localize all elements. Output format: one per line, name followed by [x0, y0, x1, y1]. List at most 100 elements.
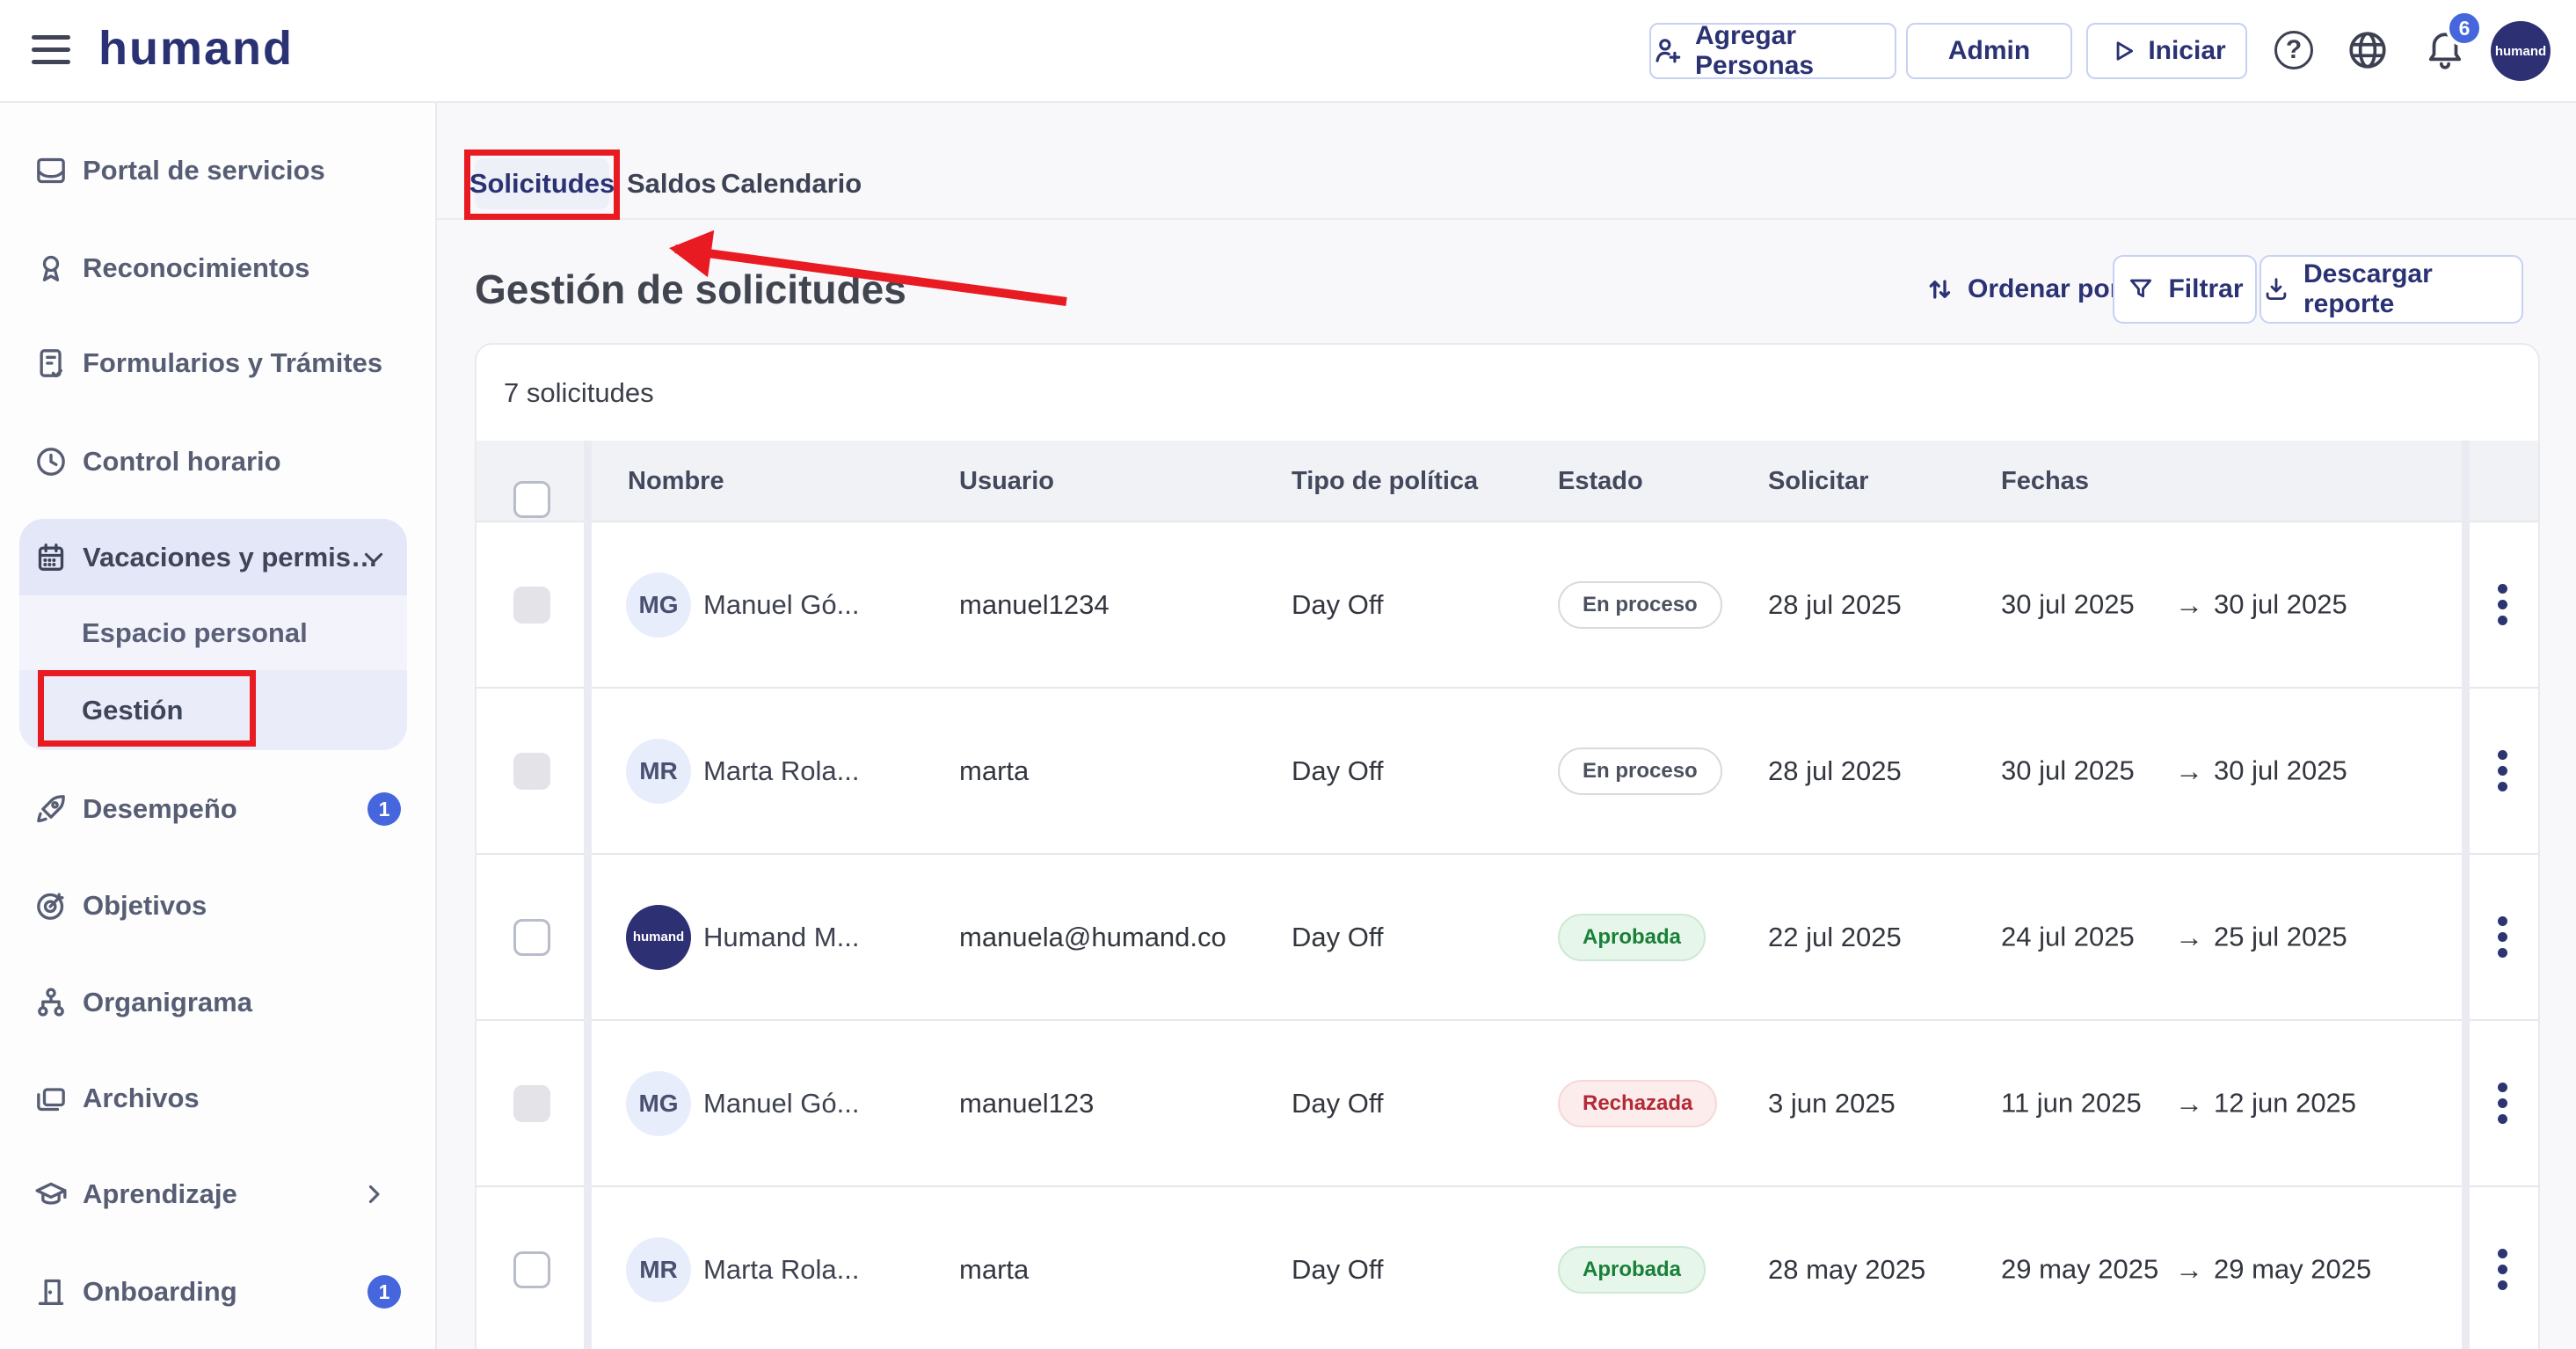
notification-badge: 6 — [2446, 10, 2483, 47]
user-avatar[interactable]: humand — [2491, 21, 2551, 81]
sidebar-item-label: Objetivos — [83, 890, 207, 922]
column-header-solicitar[interactable]: Solicitar — [1768, 441, 1868, 522]
arrow-right-icon: → — [2165, 921, 2214, 953]
date-to: 29 may 2025 — [2214, 1254, 2371, 1286]
graduation-cap-icon — [33, 1177, 69, 1212]
globe-icon[interactable] — [2346, 28, 2390, 72]
date-to: 30 jul 2025 — [2214, 589, 2347, 621]
add-people-button[interactable]: Agregar Personas — [1649, 23, 1896, 79]
tab-saldos[interactable]: Saldos — [627, 158, 717, 209]
cell-policy: Day Off — [1292, 755, 1384, 787]
cell-dates: 29 may 2025 → 29 may 2025 — [2001, 1253, 2371, 1286]
sidebar-item-onboarding[interactable]: Onboarding 1 — [0, 1257, 435, 1327]
cell-requested: 28 may 2025 — [1768, 1254, 1925, 1286]
column-header-usuario[interactable]: Usuario — [959, 441, 1054, 522]
table-row: MR Marta Rola... marta Day Off En proces… — [477, 689, 2540, 855]
date-from: 30 jul 2025 — [2001, 589, 2165, 621]
cell-user: marta — [959, 1254, 1029, 1286]
chevron-right-icon — [359, 1179, 389, 1209]
row-checkbox[interactable] — [513, 919, 550, 956]
sidebar-badge: 1 — [367, 792, 401, 826]
sidebar-item-vacaciones[interactable]: Vacaciones y permis… — [19, 519, 407, 595]
cell-user: marta — [959, 755, 1029, 787]
sidebar-item-espacio-personal[interactable]: Espacio personal — [19, 595, 407, 670]
cell-dates: 11 jun 2025 → 12 jun 2025 — [2001, 1087, 2356, 1119]
date-from: 29 may 2025 — [2001, 1254, 2165, 1286]
row-checkbox[interactable] — [513, 1251, 550, 1288]
sidebar-item-label: Reconocimientos — [83, 252, 309, 284]
sidebar-item-portal-de-servicios[interactable]: Portal de servicios — [0, 135, 435, 206]
column-header-estado[interactable]: Estado — [1558, 441, 1643, 522]
select-all-checkbox[interactable] — [513, 481, 550, 518]
sidebar-item-formularios[interactable]: Formularios y Trámites — [0, 328, 435, 398]
row-menu-button[interactable] — [2483, 577, 2521, 633]
avatar: humand — [626, 905, 691, 970]
filter-label: Filtrar — [2168, 274, 2243, 304]
start-button[interactable]: Iniciar — [2086, 23, 2247, 79]
column-header-politica[interactable]: Tipo de política — [1292, 441, 1478, 522]
avatar: MG — [626, 1071, 691, 1136]
app-screen: humand Agregar Personas Admin Iniciar ? — [0, 0, 2576, 1349]
download-report-button[interactable]: Descargar reporte — [2259, 255, 2523, 324]
folders-icon — [33, 1081, 69, 1116]
pinned-column-divider-left — [584, 441, 592, 1349]
row-checkbox[interactable] — [513, 1085, 550, 1122]
sidebar-item-objetivos[interactable]: Objetivos — [0, 871, 435, 941]
table-header: Nombre Usuario Tipo de política Estado S… — [477, 441, 2540, 522]
status-badge: En proceso — [1558, 747, 1722, 795]
sidebar-item-label: Formularios y Trámites — [83, 347, 382, 379]
cell-user: manuel123 — [959, 1088, 1094, 1119]
sidebar-item-archivos[interactable]: Archivos — [0, 1063, 435, 1134]
status-badge: Rechazada — [1558, 1080, 1717, 1127]
sort-by-button[interactable]: Ordenar por — [1924, 259, 2120, 320]
cell-name: Marta Rola... — [703, 755, 859, 787]
row-menu-button[interactable] — [2483, 1076, 2521, 1132]
cell-requested: 28 jul 2025 — [1768, 755, 1902, 787]
cell-dates: 30 jul 2025 → 30 jul 2025 — [2001, 755, 2347, 787]
admin-button[interactable]: Admin — [1906, 23, 2072, 79]
column-header-fechas[interactable]: Fechas — [2001, 441, 2089, 522]
sidebar-item-label: Organigrama — [83, 987, 252, 1018]
status-badge: Aprobada — [1558, 1246, 1706, 1294]
tab-solicitudes[interactable]: Solicitudes — [475, 158, 609, 209]
funnel-icon — [2126, 274, 2156, 304]
admin-label: Admin — [1948, 36, 2030, 66]
sidebar-item-gestion[interactable]: Gestión — [19, 670, 407, 750]
cell-policy: Day Off — [1292, 922, 1384, 953]
status-badge: En proceso — [1558, 581, 1722, 629]
tabs-divider — [437, 218, 2576, 220]
cell-requested: 3 jun 2025 — [1768, 1088, 1896, 1119]
start-label: Iniciar — [2148, 36, 2225, 66]
download-icon — [2261, 274, 2291, 304]
sidebar-item-aprendizaje[interactable]: Aprendizaje — [0, 1159, 435, 1229]
tab-calendario[interactable]: Calendario — [721, 158, 862, 209]
row-menu-button[interactable] — [2483, 1242, 2521, 1298]
help-icon[interactable]: ? — [2272, 28, 2316, 72]
inbox-icon — [33, 153, 69, 188]
cell-policy: Day Off — [1292, 1088, 1384, 1119]
download-report-label: Descargar reporte — [2303, 259, 2521, 319]
table-row: humand Humand M... manuela@humand.co Day… — [477, 855, 2540, 1021]
org-chart-icon — [33, 985, 69, 1020]
sidebar-item-organigrama[interactable]: Organigrama — [0, 967, 435, 1038]
person-add-icon — [1651, 34, 1685, 68]
filter-button[interactable]: Filtrar — [2113, 255, 2257, 324]
row-menu-button[interactable] — [2483, 909, 2521, 966]
arrow-right-icon: → — [2165, 1087, 2214, 1119]
row-menu-button[interactable] — [2483, 743, 2521, 799]
pinned-column-divider-right — [2462, 441, 2470, 1349]
date-to: 30 jul 2025 — [2214, 755, 2347, 787]
sidebar-item-desempeno[interactable]: Desempeño 1 — [0, 774, 435, 844]
medal-icon — [33, 251, 69, 286]
row-checkbox[interactable] — [513, 587, 550, 623]
row-checkbox[interactable] — [513, 753, 550, 790]
cell-user: manuela@humand.co — [959, 922, 1226, 953]
hamburger-menu-icon[interactable] — [32, 35, 72, 67]
chevron-down-icon — [359, 543, 389, 572]
date-to: 12 jun 2025 — [2214, 1088, 2356, 1119]
cell-policy: Day Off — [1292, 589, 1384, 621]
sidebar-item-control-horario[interactable]: Control horario — [0, 427, 435, 497]
sidebar-item-reconocimientos[interactable]: Reconocimientos — [0, 233, 435, 303]
add-people-label: Agregar Personas — [1695, 21, 1895, 81]
column-header-nombre[interactable]: Nombre — [628, 441, 724, 522]
